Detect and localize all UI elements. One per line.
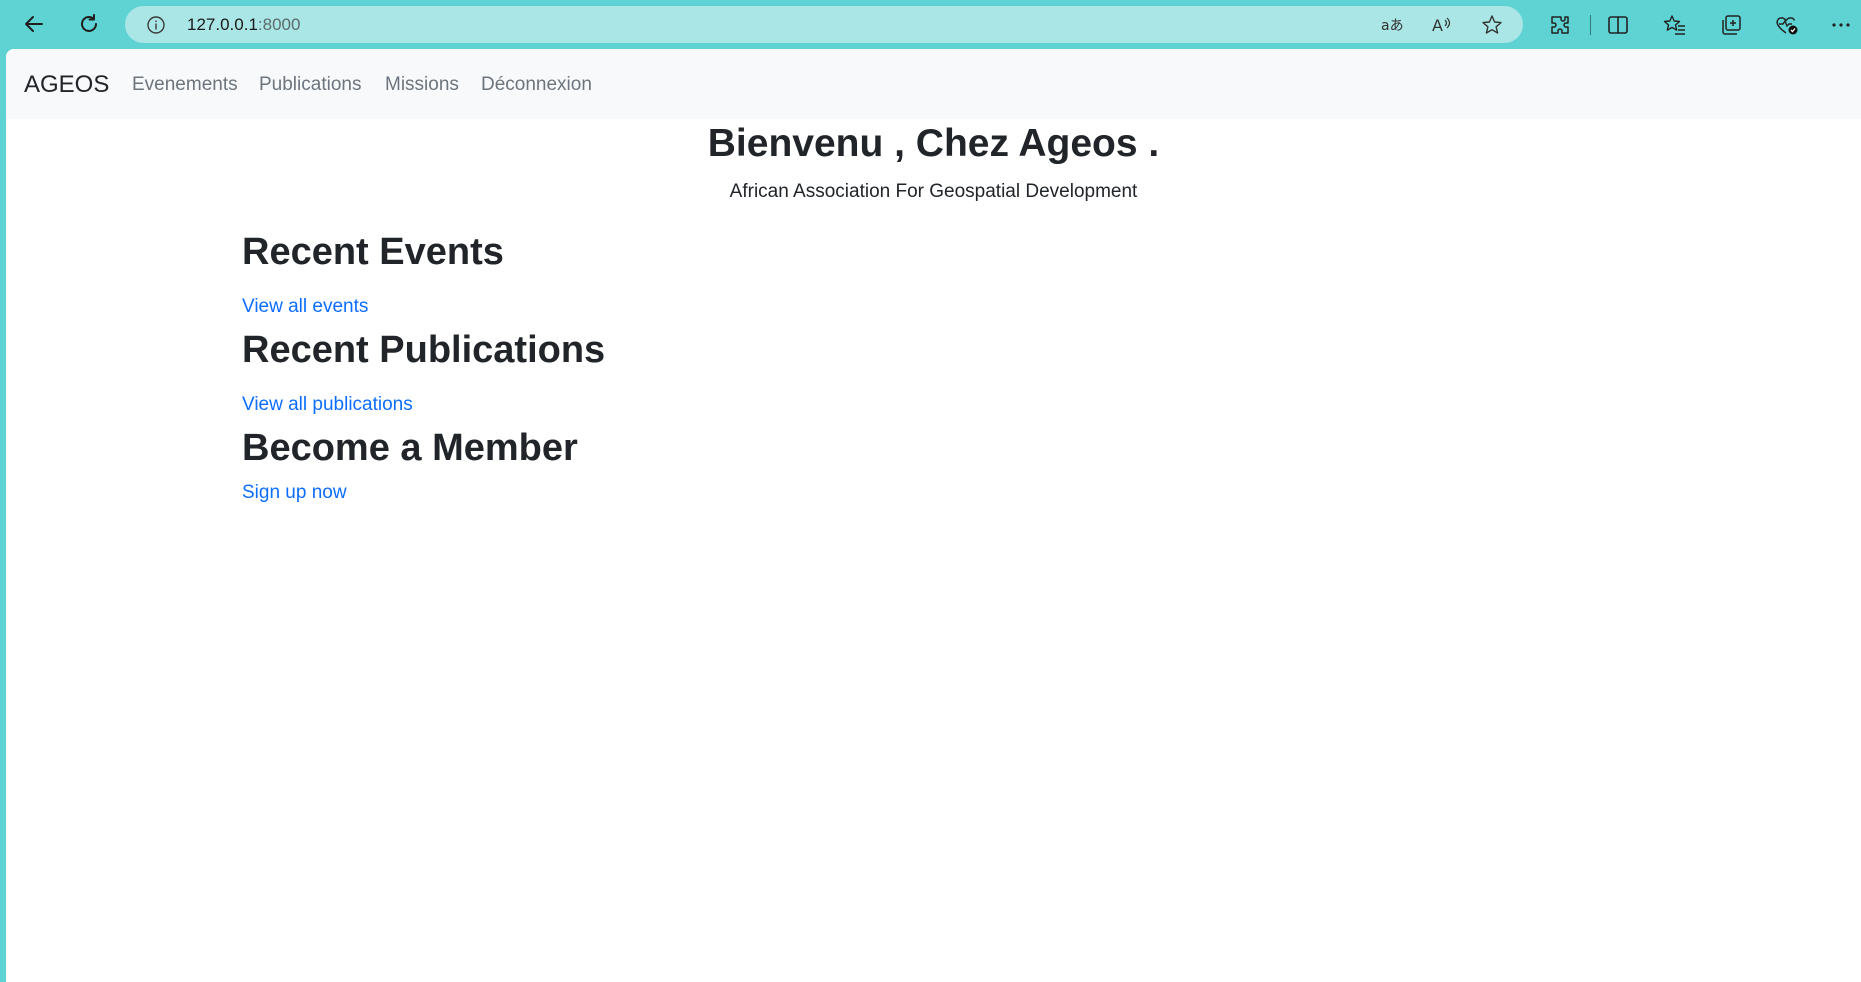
url-port: :8000 xyxy=(257,15,301,34)
recent-events-heading: Recent Events xyxy=(242,231,504,273)
nav-link-publications[interactable]: Publications xyxy=(259,74,361,96)
toolbar-divider xyxy=(1590,15,1591,35)
browser-toolbar: 127.0.0.1:8000 aあ A xyxy=(0,0,1861,49)
extensions-icon[interactable] xyxy=(1545,10,1575,40)
recent-publications-heading: Recent Publications xyxy=(242,329,606,371)
translate-icon[interactable]: aあ xyxy=(1378,12,1406,38)
become-member-heading: Become a Member xyxy=(242,427,578,469)
url-host: 127.0.0.1 xyxy=(187,15,258,34)
nav-link-missions[interactable]: Missions xyxy=(385,74,459,96)
page-subtitle: African Association For Geospatial Devel… xyxy=(729,181,1138,202)
site-navbar: AGEOS Evenements Publications Missions D… xyxy=(6,49,1861,119)
url-text[interactable]: 127.0.0.1:8000 xyxy=(187,15,300,35)
back-button[interactable] xyxy=(16,8,52,40)
sign-up-link[interactable]: Sign up now xyxy=(242,482,347,504)
nav-link-evenements[interactable]: Evenements xyxy=(132,74,238,96)
nav-link-deconnexion[interactable]: Déconnexion xyxy=(481,74,592,96)
add-favorite-star-icon[interactable] xyxy=(1478,12,1506,38)
collections-icon[interactable] xyxy=(1716,10,1746,40)
view-all-publications-link[interactable]: View all publications xyxy=(242,394,413,416)
svg-text:aあ: aあ xyxy=(1381,18,1404,34)
split-screen-icon[interactable] xyxy=(1603,10,1633,40)
read-aloud-icon[interactable]: A xyxy=(1428,12,1456,38)
info-icon[interactable] xyxy=(145,14,167,36)
address-bar[interactable]: 127.0.0.1:8000 aあ A xyxy=(125,6,1523,43)
reload-button[interactable] xyxy=(71,8,107,40)
svg-text:A: A xyxy=(1432,16,1443,35)
page-viewport: AGEOS Evenements Publications Missions D… xyxy=(6,49,1861,982)
browser-essentials-icon[interactable] xyxy=(1772,10,1802,40)
favorites-icon[interactable] xyxy=(1660,10,1690,40)
view-all-events-link[interactable]: View all events xyxy=(242,296,368,318)
page-title: Bienvenu , Chez Ageos . xyxy=(707,122,1160,165)
arrow-left-icon xyxy=(25,16,43,32)
more-options-icon[interactable] xyxy=(1826,10,1856,40)
refresh-icon xyxy=(81,14,97,32)
navbar-brand[interactable]: AGEOS xyxy=(24,71,109,99)
